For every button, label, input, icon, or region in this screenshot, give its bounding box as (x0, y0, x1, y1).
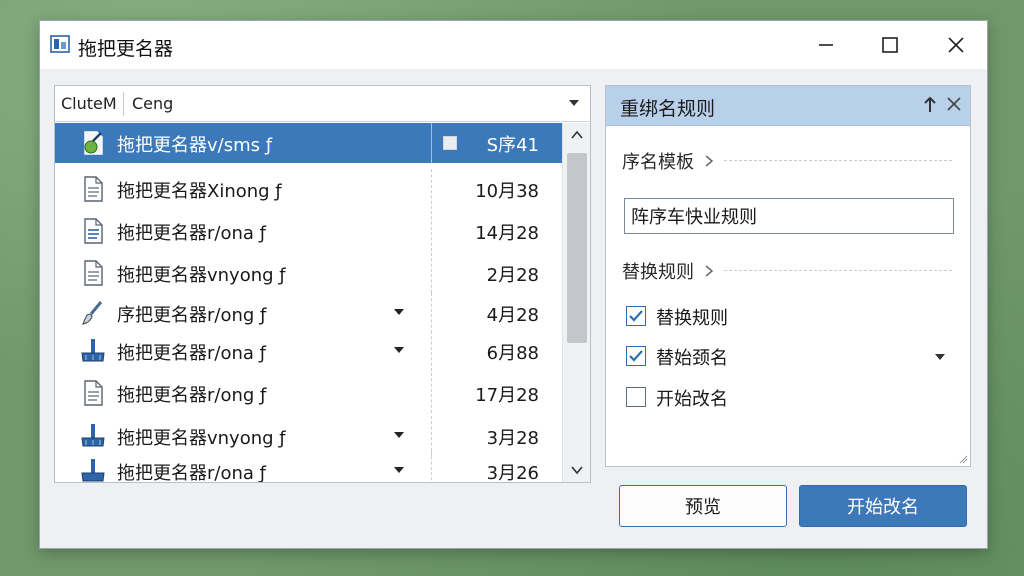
file-name: 拖把更名器r/ona ƒ (117, 223, 266, 244)
list-item[interactable]: 序把更名器r/ong ƒ 4月28 (55, 293, 563, 333)
pin-icon[interactable] (922, 96, 938, 114)
start-rename-button[interactable]: 开始改名 (799, 485, 967, 527)
column-header-2[interactable]: Ceng (132, 94, 173, 113)
checkbox[interactable] (626, 346, 646, 366)
checkbox[interactable] (626, 306, 646, 326)
chevron-right-icon[interactable] (704, 264, 714, 278)
preview-button[interactable]: 预览 (619, 485, 787, 527)
close-button[interactable] (924, 21, 988, 69)
mop-icon (81, 424, 105, 447)
chevron-right-icon[interactable] (704, 154, 714, 168)
template-input[interactable] (624, 198, 954, 234)
list-item[interactable]: 拖把更名器Xinong ƒ 10月38 (55, 169, 563, 209)
chevron-down-icon[interactable] (934, 352, 946, 362)
section-divider (724, 160, 952, 161)
file-name: 拖把更名器r/ona ƒ (117, 343, 266, 364)
scrollbar-thumb[interactable] (567, 153, 587, 343)
app-logo-icon (50, 35, 70, 53)
column-header-1[interactable]: CluteM (61, 94, 117, 113)
file-date: S序41 (486, 135, 539, 156)
close-icon[interactable] (946, 96, 962, 112)
file-date: 14月28 (475, 223, 539, 244)
list-item[interactable]: 拖把更名器r/ong ƒ 17月28 (55, 373, 563, 413)
file-rows: 拖把更名器v/sms ƒ S序41 拖把更名器Xinong ƒ 10月38 拖把… (55, 123, 563, 482)
checkmark-icon (629, 310, 643, 322)
minimize-button[interactable] (794, 21, 858, 69)
maximize-icon (882, 37, 898, 53)
chevron-down-icon[interactable] (393, 430, 405, 440)
title-bar: 拖把更名器 (40, 21, 987, 69)
file-name: 拖把更名器vnyong ƒ (117, 428, 286, 449)
document-icon (84, 380, 103, 406)
list-item[interactable]: 拖把更名器vnyong ƒ 3月28 (55, 416, 563, 456)
column-separator (431, 331, 432, 371)
app-window: 拖把更名器 CluteM Ceng 拖把更名器v/sms ƒ S序41 拖把更名… (39, 20, 988, 549)
checkmark-icon (629, 350, 643, 362)
list-item[interactable]: 拖把更名器r/ona ƒ 6月88 (55, 331, 563, 371)
file-name: 拖把更名器r/ong ƒ (117, 385, 267, 406)
file-name: 拖把更名器Xinong ƒ (117, 181, 282, 202)
panel-title: 重绑名规则 (620, 98, 716, 120)
checkbox-label: 替始颈名 (656, 348, 728, 369)
mop-icon (81, 459, 105, 482)
maximize-button[interactable] (858, 21, 922, 69)
file-date: 17月28 (475, 385, 539, 406)
column-separator (431, 169, 432, 209)
mop-icon (81, 339, 105, 362)
column-separator (431, 123, 432, 163)
file-date: 2月28 (486, 265, 539, 286)
close-icon (948, 37, 964, 53)
file-date: 10月38 (475, 181, 539, 202)
section-divider (724, 270, 952, 271)
list-header: CluteM Ceng (55, 86, 590, 122)
scroll-up-button[interactable] (563, 123, 590, 147)
list-item[interactable]: 拖把更名器v/sms ƒ S序41 (55, 123, 563, 163)
file-name: 拖把更名器v/sms ƒ (117, 135, 273, 156)
file-name: 拖把更名器r/ona ƒ (117, 463, 266, 482)
chevron-down-icon[interactable] (393, 345, 405, 355)
column-separator (431, 253, 432, 293)
chevron-down-icon[interactable] (393, 307, 405, 317)
list-item[interactable]: 拖把更名器r/ona ƒ 3月26 (55, 451, 563, 482)
chevron-up-icon (570, 130, 583, 139)
column-divider[interactable] (123, 92, 124, 116)
column-separator (431, 451, 432, 482)
chevron-down-icon[interactable] (568, 98, 580, 108)
row-checkbox[interactable] (443, 136, 457, 150)
document-icon (84, 260, 103, 286)
window-title: 拖把更名器 (78, 38, 174, 60)
column-separator (431, 293, 432, 333)
panel-header: 重绑名规则 (606, 86, 970, 126)
replace-section-label[interactable]: 替换规则 (622, 258, 694, 284)
file-date: 3月26 (486, 463, 539, 482)
list-item[interactable]: 拖把更名器vnyong ƒ 2月28 (55, 253, 563, 293)
scroll-down-button[interactable] (563, 458, 590, 482)
text-document-icon (84, 218, 103, 244)
minimize-icon (819, 44, 833, 46)
list-scrollbar[interactable] (562, 123, 590, 482)
chevron-down-icon (570, 466, 583, 475)
list-item[interactable]: 拖把更名器r/ona ƒ 14月28 (55, 211, 563, 251)
document-icon (84, 176, 103, 202)
column-separator (431, 373, 432, 413)
checkbox-label: 替换规则 (656, 308, 728, 329)
file-name: 序把更名器r/ong ƒ (117, 305, 267, 326)
file-date: 6月88 (486, 343, 539, 364)
column-separator (431, 416, 432, 456)
file-date: 4月28 (486, 305, 539, 326)
brush-icon (82, 301, 103, 325)
template-section-label[interactable]: 序名模板 (622, 148, 694, 174)
file-date: 3月28 (486, 428, 539, 449)
resize-grip-icon[interactable] (958, 454, 968, 464)
checkbox-label: 开始改名 (656, 389, 728, 410)
chevron-down-icon[interactable] (393, 465, 405, 475)
file-edit-icon (84, 131, 103, 155)
checkbox[interactable] (626, 387, 646, 407)
rename-rules-panel: 重绑名规则 序名模板 替换规则 替换规则 替始颈名 (605, 85, 971, 467)
file-list-panel: CluteM Ceng 拖把更名器v/sms ƒ S序41 拖把更名器Xinon… (54, 85, 591, 483)
window-client-area: CluteM Ceng 拖把更名器v/sms ƒ S序41 拖把更名器Xinon… (40, 69, 987, 548)
column-separator (431, 211, 432, 251)
file-name: 拖把更名器vnyong ƒ (117, 265, 286, 286)
